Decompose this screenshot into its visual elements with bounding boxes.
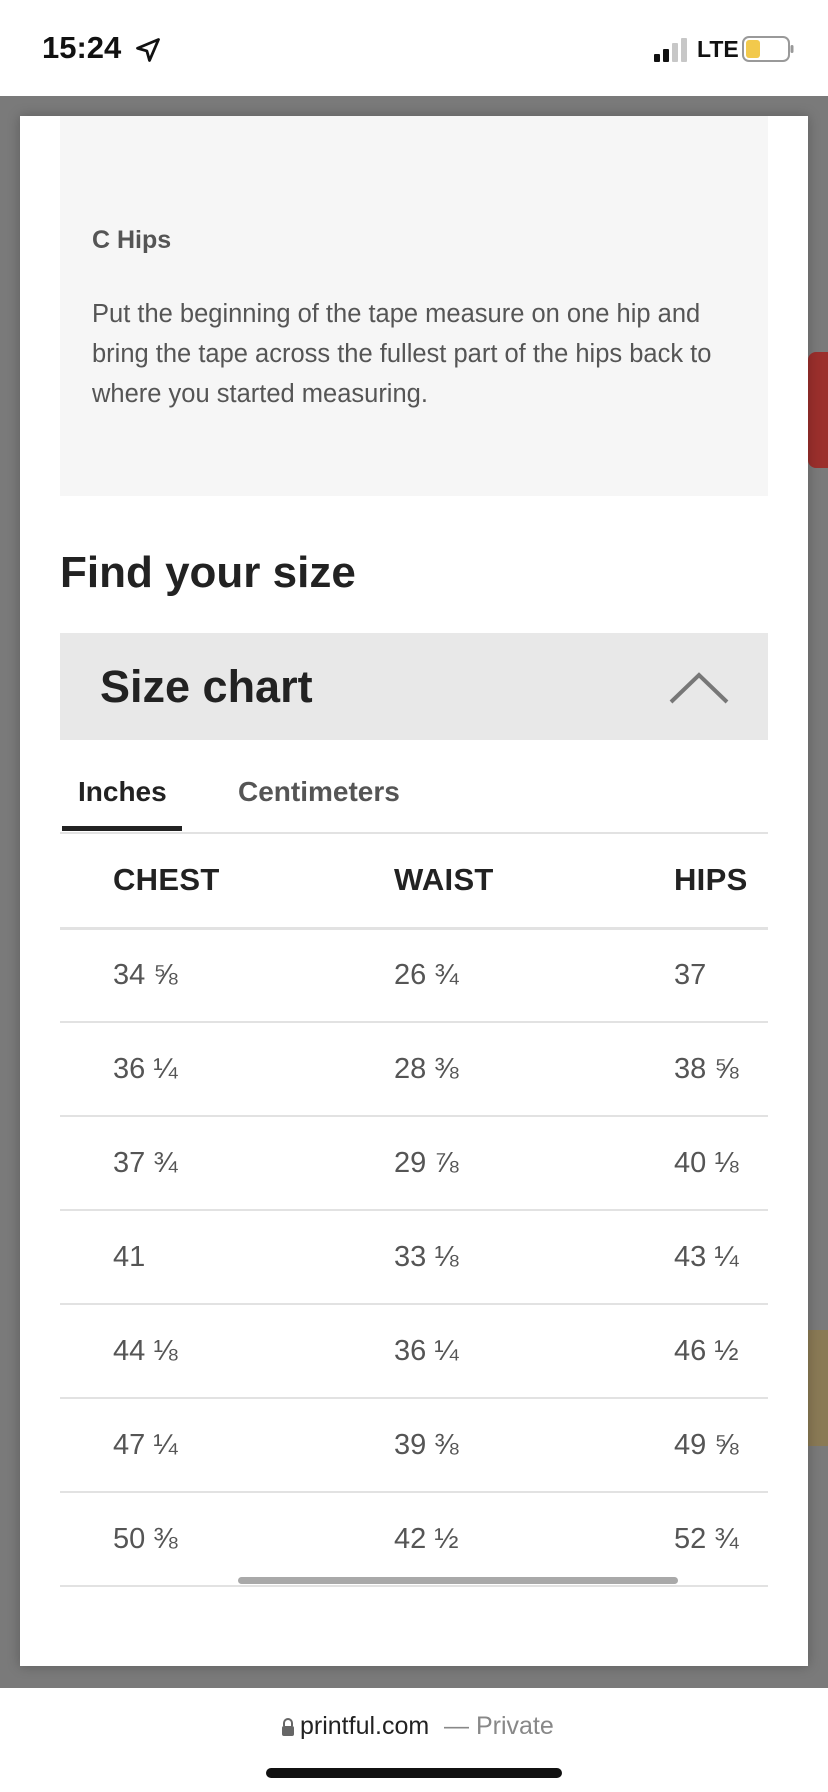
size-guide-modal: C Hips Put the beginning of the tape mea…: [20, 116, 808, 1666]
size-chart-title: Size chart: [100, 661, 313, 712]
table-row: 36 ¼ 28 ⅜ 38 ⅝: [60, 1022, 768, 1117]
table-row: 44 ⅛ 36 ¼ 46 ½: [60, 1304, 768, 1399]
table-header-row: CHEST WAIST HIPS: [60, 834, 768, 930]
table-row: 41 33 ⅛ 43 ¼: [60, 1210, 768, 1305]
waist-cell: 26 ¾: [394, 928, 674, 1023]
home-indicator[interactable]: [266, 1768, 562, 1778]
status-time: 15:24: [42, 30, 122, 65]
table-row: 47 ¼ 39 ⅜ 49 ⅝: [60, 1398, 768, 1493]
hips-cell: 40 ⅛: [674, 1116, 768, 1211]
background-red-tab: [808, 352, 828, 468]
table-row: 37 ¾ 29 ⅞ 40 ⅛: [60, 1116, 768, 1211]
find-size-heading: Find your size: [60, 548, 356, 597]
horizontal-scrollbar[interactable]: [238, 1577, 678, 1584]
browser-url-bar[interactable]: printful.com — Private: [0, 1688, 828, 1792]
battery-icon: [742, 36, 794, 62]
waist-cell: 36 ¼: [394, 1304, 674, 1399]
chevron-up-icon[interactable]: [668, 671, 730, 705]
cellular-signal-icon: [654, 38, 687, 62]
hips-cell: 38 ⅝: [674, 1022, 768, 1117]
table-row: 50 ⅜ 42 ½ 52 ¾: [60, 1492, 768, 1587]
waist-cell: 28 ⅜: [394, 1022, 674, 1117]
chest-cell: 41: [60, 1210, 394, 1305]
column-header-chest: CHEST: [60, 834, 394, 930]
waist-cell: 39 ⅜: [394, 1398, 674, 1493]
chest-cell: 36 ¼: [60, 1022, 394, 1117]
size-table: CHEST WAIST HIPS 34 ⅝ 26 ¾ 37 36 ¼ 28 ⅜ …: [60, 834, 768, 1587]
status-bar: 15:24 LTE: [0, 0, 828, 96]
measurement-info-box: C Hips Put the beginning of the tape mea…: [60, 116, 768, 496]
table-row: 34 ⅝ 26 ¾ 37: [60, 928, 768, 1023]
size-chart-accordion[interactable]: Size chart: [60, 633, 768, 740]
chest-cell: 37 ¾: [60, 1116, 394, 1211]
hips-cell: 43 ¼: [674, 1210, 768, 1305]
hips-cell: 52 ¾: [674, 1492, 768, 1587]
chest-cell: 47 ¼: [60, 1398, 394, 1493]
network-type: LTE: [697, 36, 739, 62]
hips-cell: 37: [674, 928, 768, 1023]
location-arrow-icon: [136, 38, 160, 62]
hips-cell: 49 ⅝: [674, 1398, 768, 1493]
chest-cell: 50 ⅜: [60, 1492, 394, 1587]
tab-centimeters[interactable]: Centimeters: [238, 740, 428, 846]
hips-cell: 46 ½: [674, 1304, 768, 1399]
waist-cell: 42 ½: [394, 1492, 674, 1587]
measurement-title: C Hips: [92, 226, 172, 254]
url-domain: printful.com: [300, 1712, 430, 1740]
column-header-waist: WAIST: [394, 834, 674, 930]
active-tab-indicator: [62, 826, 182, 831]
measurement-description: Put the beginning of the tape measure on…: [92, 300, 712, 408]
column-header-hips: HIPS: [674, 834, 768, 930]
chest-cell: 44 ⅛: [60, 1304, 394, 1399]
lock-icon: [282, 1718, 294, 1736]
private-label: — Private: [444, 1712, 554, 1740]
waist-cell: 29 ⅞: [394, 1116, 674, 1211]
chest-cell: 34 ⅝: [60, 928, 394, 1023]
background-yellow-tab: [808, 1330, 828, 1446]
waist-cell: 33 ⅛: [394, 1210, 674, 1305]
